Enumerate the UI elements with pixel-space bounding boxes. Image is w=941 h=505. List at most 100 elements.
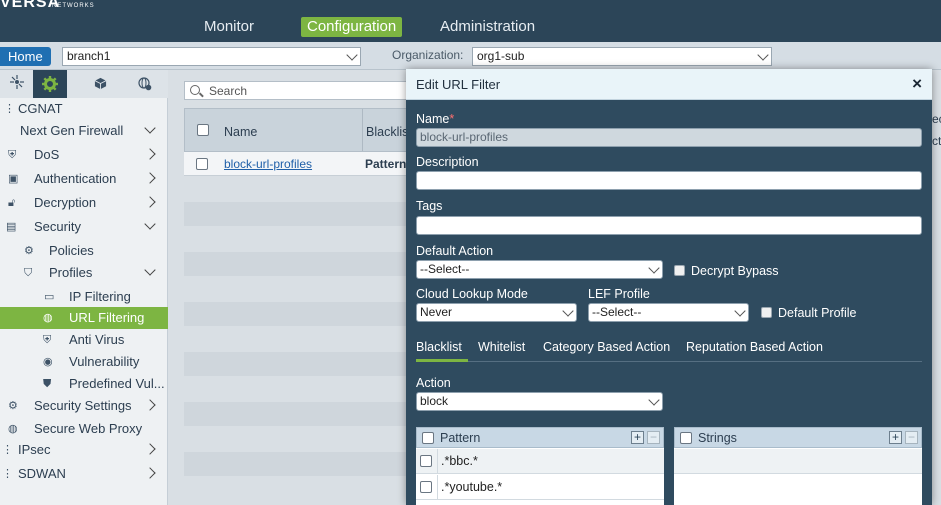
sidebar-item-profiles[interactable]: ⛉ Profiles (0, 262, 168, 284)
proxy-icon: ◍ (8, 423, 18, 435)
sidebar-item-policies[interactable]: ⚙ Policies (0, 240, 168, 262)
sidebar-item-label: Secure Web Proxy (34, 421, 143, 436)
sidebar-item-cgnat[interactable]: ⋮ CGNAT (0, 98, 168, 120)
sidebar-item-next-gen-firewall[interactable]: Next Gen Firewall (0, 120, 168, 142)
action-select[interactable]: block (416, 392, 663, 411)
remove-string-button[interactable]: − (905, 431, 918, 444)
row-name-link[interactable]: block-url-profiles (224, 157, 312, 171)
decrypt-bypass-checkbox[interactable] (674, 265, 685, 276)
pattern-value[interactable]: .*youtube.* (441, 480, 502, 494)
sidebar-item-dos[interactable]: ⛨ DoS (0, 144, 168, 166)
tab-blacklist[interactable]: Blacklist (416, 340, 462, 354)
lef-profile-select[interactable]: --Select-- (588, 303, 749, 322)
sidebar-item-label: CGNAT (18, 101, 63, 116)
column-header-name[interactable]: Name (224, 125, 257, 139)
context-bar: Home branch1 org1-sub (0, 42, 941, 70)
row-checkbox[interactable] (196, 158, 208, 170)
tab-category-based-action[interactable]: Category Based Action (543, 340, 670, 354)
cgnat-icon: ⋮ (4, 103, 15, 115)
sidebar-item-ipsec[interactable]: ⋮ IPsec (0, 439, 168, 461)
top-header: VERSA NETWORKS Monitor Configuration Adm… (0, 0, 941, 42)
globe-icon: ◍ (43, 312, 53, 324)
required-mark: * (449, 112, 455, 126)
sidebar-item-label: IP Filtering (69, 289, 131, 304)
pattern-row-checkbox[interactable] (420, 455, 432, 467)
strings-empty-row (674, 449, 922, 474)
description-label: Description (416, 155, 479, 169)
row-blacklist-value: Pattern (365, 157, 407, 171)
appliance-select-value: branch1 (67, 49, 111, 63)
pattern-value[interactable]: .*bbc.* (441, 454, 478, 468)
organization-select-value: org1-sub (477, 49, 525, 63)
default-action-label: Default Action (416, 244, 494, 258)
strings-header-label: Strings (698, 431, 737, 445)
policy-icon: ⚙ (24, 245, 34, 257)
home-button[interactable]: Home (0, 47, 51, 66)
sidebar-item-label: Security (34, 219, 81, 234)
sidebar-item-security[interactable]: ▤ Security (0, 216, 168, 238)
sidebar-item-label: Security Settings (34, 398, 132, 413)
close-icon[interactable]: × (912, 75, 922, 93)
chevron-down-icon (144, 264, 156, 276)
tab-reputation-based-action[interactable]: Reputation Based Action (686, 340, 823, 354)
nav-configuration[interactable]: Configuration (301, 17, 403, 37)
pattern-row[interactable]: .*youtube.* (416, 475, 664, 500)
sidebar-item-label: Next Gen Firewall (20, 123, 124, 138)
sidebar-item-url-filtering[interactable]: ◍ URL Filtering (0, 307, 168, 329)
sidebar-item-sdwan[interactable]: ⋮ SDWAN (0, 463, 168, 485)
sidebar-item-decryption[interactable]: 🔓︎ Decryption (0, 192, 168, 214)
tab-whitelist[interactable]: Whitelist (478, 340, 525, 354)
sidebar-tabs (0, 70, 168, 98)
chevron-down-icon (648, 394, 660, 406)
logo-subtitle: NETWORKS (52, 3, 95, 9)
edge-column-text: ec (932, 112, 941, 126)
name-label: Name* (416, 112, 454, 126)
nav-monitor[interactable]: Monitor (204, 17, 254, 37)
lef-profile-label: LEF Profile (588, 287, 650, 301)
empty-row (184, 352, 424, 376)
description-field[interactable] (416, 171, 922, 190)
empty-row (184, 202, 424, 226)
column-header-blacklist[interactable]: Blacklis (366, 125, 408, 139)
sidebar-item-secure-web-proxy[interactable]: ◍ Secure Web Proxy (0, 418, 168, 440)
search-input[interactable]: Search (184, 81, 414, 100)
cloud-lookup-label: Cloud Lookup Mode (416, 287, 528, 301)
table-header: Name Blacklis (184, 108, 424, 152)
select-all-checkbox[interactable] (197, 124, 209, 136)
sidebar-item-authentication[interactable]: ▣ Authentication (0, 168, 168, 190)
tags-field[interactable] (416, 216, 922, 235)
sidebar-tab-network[interactable] (0, 70, 33, 98)
sidebar-tab-services[interactable] (33, 70, 67, 98)
remove-pattern-button[interactable]: − (647, 431, 660, 444)
default-profile-checkbox[interactable] (761, 307, 772, 318)
column-divider (362, 109, 363, 151)
pattern-row[interactable]: .*bbc.* (416, 449, 664, 474)
pattern-select-all-checkbox[interactable] (422, 432, 434, 444)
appliance-select[interactable]: branch1 (62, 47, 361, 66)
add-string-button[interactable]: + (889, 431, 902, 444)
sidebar-tab-others[interactable] (128, 70, 161, 98)
default-action-select[interactable]: --Select-- (416, 260, 663, 279)
sidebar-item-anti-virus[interactable]: ⛨ Anti Virus (0, 329, 168, 351)
strings-grid-header: Strings + − (674, 427, 922, 448)
strings-select-all-checkbox[interactable] (680, 432, 692, 444)
sidebar-item-label: URL Filtering (69, 310, 145, 325)
decrypt-bypass-label: Decrypt Bypass (691, 264, 779, 278)
pattern-row-checkbox[interactable] (420, 481, 432, 493)
sidebar-item-predefined-vulnerability[interactable]: ⛊ Predefined Vul... (0, 373, 168, 395)
sidebar-item-label: Policies (49, 243, 94, 258)
search-icon (190, 85, 200, 95)
sidebar-item-label: Vulnerability (69, 354, 140, 369)
sidebar-item-security-settings[interactable]: ⚙ Security Settings (0, 395, 168, 417)
action-label: Action (416, 376, 451, 390)
nav-administration[interactable]: Administration (440, 17, 535, 37)
sidebar-item-label: SDWAN (18, 466, 66, 481)
cloud-lookup-select[interactable]: Never (416, 303, 577, 322)
sidebar-tab-objects[interactable] (84, 70, 117, 98)
tags-label: Tags (416, 199, 443, 213)
sidebar-item-ip-filtering[interactable]: ▭ IP Filtering (0, 286, 168, 308)
add-pattern-button[interactable]: + (631, 431, 644, 444)
sidebar-item-vulnerability[interactable]: ◉ Vulnerability (0, 351, 168, 373)
organization-select[interactable]: org1-sub (472, 47, 772, 66)
table-row[interactable]: block-url-profiles Pattern (184, 152, 424, 176)
